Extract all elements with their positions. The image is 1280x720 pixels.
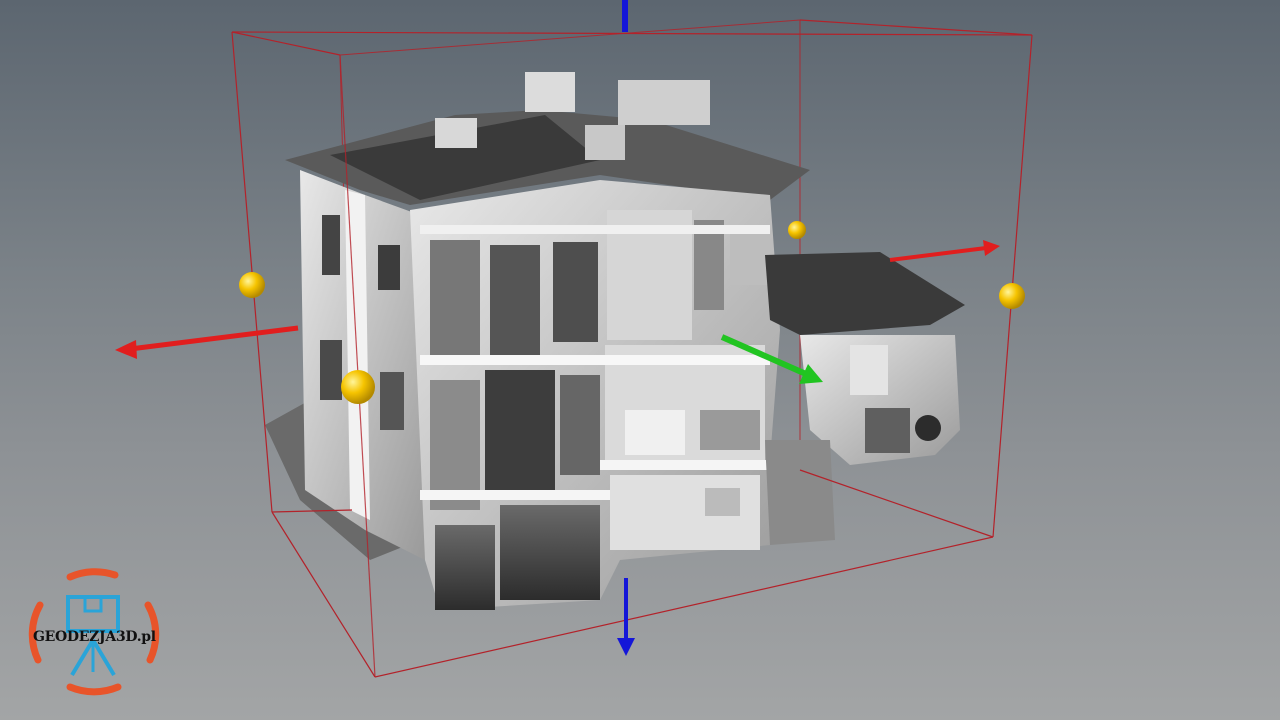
resize-handle-icon-left-front[interactable] xyxy=(341,370,375,404)
z-axis-arrow-icon-top[interactable] xyxy=(622,0,628,32)
point-cloud-building[interactable] xyxy=(265,72,965,610)
3d-viewport[interactable] xyxy=(0,0,1280,720)
x-axis-arrow-icon-right[interactable] xyxy=(889,240,1000,262)
resize-handle-icon-right[interactable] xyxy=(999,283,1025,309)
z-axis-arrow-icon-bottom[interactable] xyxy=(617,578,635,656)
resize-handle-icon-back[interactable] xyxy=(788,221,806,239)
x-axis-arrow-icon-left[interactable] xyxy=(115,325,299,359)
watermark-text: GEODEZJA3D.pl xyxy=(33,629,156,645)
resize-handle-icon-left-back[interactable] xyxy=(239,272,265,298)
